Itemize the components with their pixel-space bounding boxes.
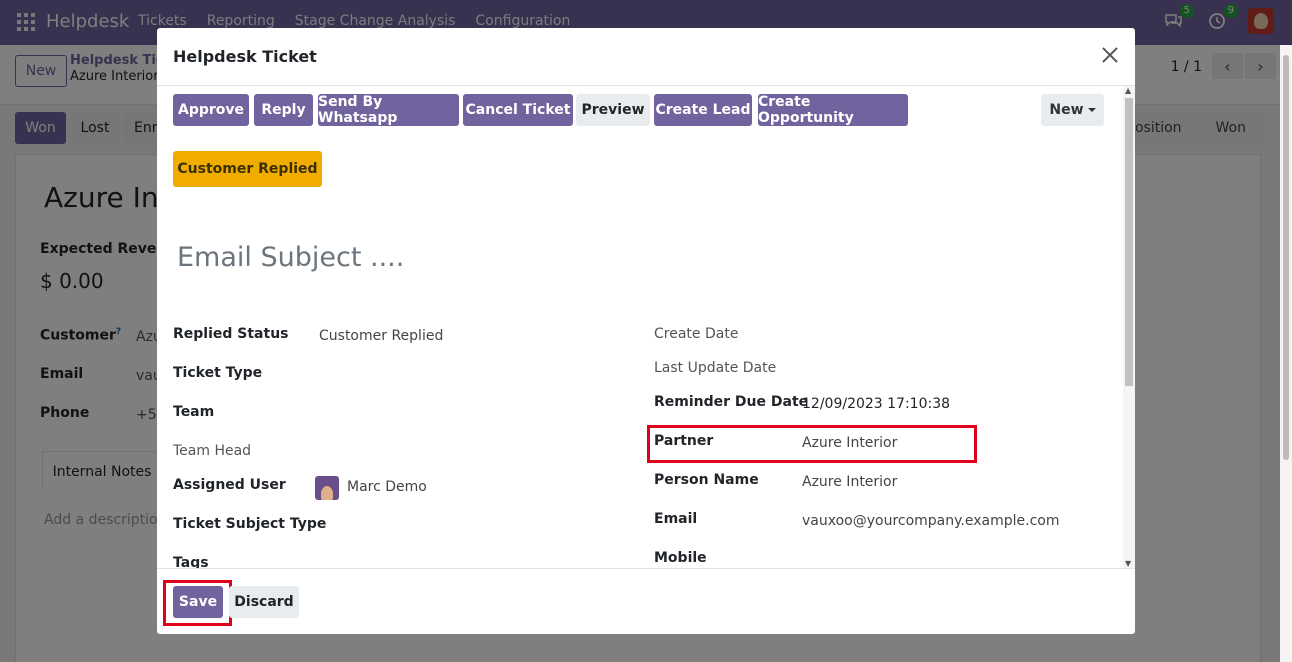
person-name-label: Person Name — [654, 472, 759, 488]
dialog-scrollbar-thumb[interactable] — [1125, 98, 1133, 386]
create-lead-button[interactable]: Create Lead — [654, 94, 752, 126]
save-button[interactable]: Save — [173, 586, 223, 618]
replied-status-value[interactable]: Customer Replied — [319, 328, 443, 344]
dialog-title: Helpdesk Ticket — [173, 47, 317, 66]
dialog-footer: Save Discard — [157, 568, 1135, 634]
email-subject-input[interactable]: Email Subject .... — [177, 242, 404, 273]
new-dropdown-button[interactable]: New — [1041, 94, 1104, 126]
reminder-due-date-value[interactable]: 12/09/2023 17:10:38 — [802, 396, 950, 412]
email-field-value[interactable]: vauxoo@yourcompany.example.com — [802, 513, 1059, 529]
assigned-user-avatar — [315, 476, 339, 500]
dialog-scrollbar[interactable]: ▲ ▼ — [1123, 86, 1135, 568]
last-update-date-label: Last Update Date — [654, 360, 777, 376]
assigned-user-value[interactable]: Marc Demo — [347, 479, 427, 495]
scroll-down-icon[interactable]: ▼ — [1125, 559, 1131, 568]
dialog-body: Approve Reply Send By Whatsapp Cancel Ti… — [157, 86, 1135, 568]
ticket-subject-type-label: Ticket Subject Type — [173, 516, 327, 532]
team-head-label: Team Head — [173, 443, 252, 459]
stage-status-badge[interactable]: Customer Replied — [173, 151, 322, 187]
tags-label: Tags — [173, 555, 209, 568]
replied-status-label: Replied Status — [173, 326, 289, 342]
preview-button[interactable]: Preview — [576, 94, 650, 126]
new-dropdown-label: New — [1049, 102, 1084, 118]
page-scrollbar[interactable] — [1280, 45, 1292, 662]
create-opportunity-button[interactable]: Create Opportunity — [758, 94, 908, 126]
approve-button[interactable]: Approve — [173, 94, 249, 126]
caret-down-icon — [1087, 108, 1096, 112]
partner-highlight-box — [647, 425, 977, 463]
create-date-label: Create Date — [654, 326, 739, 342]
person-name-value[interactable]: Azure Interior — [802, 474, 897, 490]
reply-button[interactable]: Reply — [254, 94, 313, 126]
discard-button[interactable]: Discard — [229, 586, 299, 618]
helpdesk-ticket-dialog: Helpdesk Ticket Approve Reply Send By Wh… — [157, 28, 1135, 634]
send-by-whatsapp-button[interactable]: Send By Whatsapp — [318, 94, 459, 126]
cancel-ticket-button[interactable]: Cancel Ticket — [463, 94, 573, 126]
close-icon[interactable] — [1099, 44, 1121, 66]
mobile-label: Mobile — [654, 550, 707, 566]
ticket-type-label: Ticket Type — [173, 365, 263, 381]
page-scrollbar-thumb[interactable] — [1283, 55, 1289, 460]
team-label: Team — [173, 404, 215, 420]
dialog-header: Helpdesk Ticket — [157, 28, 1135, 86]
assigned-user-label: Assigned User — [173, 477, 286, 493]
scroll-up-icon[interactable]: ▲ — [1125, 86, 1131, 95]
reminder-due-date-label: Reminder Due Date — [654, 394, 809, 410]
email-field-label: Email — [654, 511, 698, 527]
